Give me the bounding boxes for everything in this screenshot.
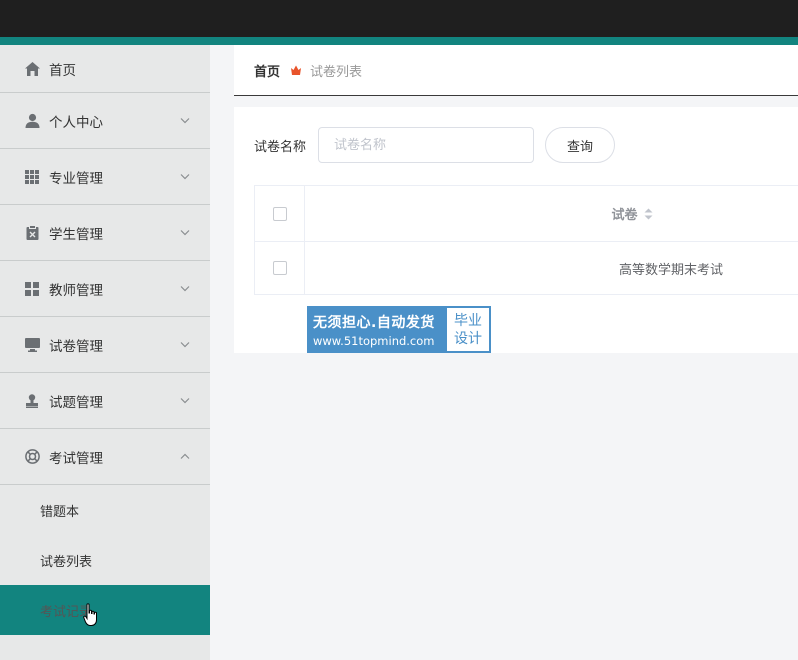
watermark-line2: www.51topmind.com xyxy=(313,333,435,348)
sidebar-subitem-exam-records[interactable]: 考试记录 xyxy=(0,585,210,635)
row-checkbox-cell xyxy=(255,242,305,294)
header-checkbox-cell xyxy=(255,186,305,241)
sidebar-subitem-wrong-questions[interactable]: 错题本 xyxy=(0,485,210,535)
sidebar-item-exam-paper-management[interactable]: 试卷管理 xyxy=(0,317,210,373)
search-row: 试卷名称 查询 xyxy=(254,127,616,163)
sidebar-item-label: 个人中心 xyxy=(49,114,103,131)
chevron-up-icon[interactable] xyxy=(180,451,190,461)
apps-icon xyxy=(24,281,40,297)
accent-strip xyxy=(0,37,798,45)
breadcrumb-separator-icon xyxy=(290,65,302,76)
grid-icon xyxy=(24,169,40,185)
clipboard-icon xyxy=(24,225,40,241)
paper-name-search-input[interactable] xyxy=(318,127,535,163)
table-header-row: 试卷 xyxy=(255,186,798,242)
sidebar-item-label: 考试管理 xyxy=(49,450,103,467)
watermark-right: 毕业 设计 xyxy=(447,308,489,351)
paper-table: 试卷 高等数学期末考试 xyxy=(254,185,798,295)
sidebar-item-label: 首页 xyxy=(49,62,76,79)
sidebar-item-personal-center[interactable]: 个人中心 xyxy=(0,93,210,149)
chevron-down-icon[interactable] xyxy=(180,171,190,181)
stamp-icon xyxy=(24,393,40,409)
home-icon xyxy=(24,61,40,77)
breadcrumb-current: 试卷列表 xyxy=(310,64,363,80)
breadcrumb: 首页 试卷列表 xyxy=(234,45,798,96)
chevron-down-icon[interactable] xyxy=(180,395,190,405)
chevron-down-icon[interactable] xyxy=(180,227,190,237)
chevron-down-icon[interactable] xyxy=(180,339,190,349)
watermark-left: 无须担心.自动发货 www.51topmind.com xyxy=(309,308,447,351)
search-label: 试卷名称 xyxy=(254,139,307,155)
sidebar-item-label: 试题管理 xyxy=(49,394,103,411)
main-area: 首页 试卷列表 试卷名称 查询 试卷 xyxy=(234,45,798,353)
sidebar: 首页 个人中心 专业管理 学生管理 教师管理 试卷管理 试题管理 考试管理 错题… xyxy=(0,45,210,660)
row-paper-cell: 高等数学期末考试 xyxy=(305,242,798,294)
monitor-icon xyxy=(24,337,40,353)
sidebar-item-student-management[interactable]: 学生管理 xyxy=(0,205,210,261)
sidebar-item-label: 学生管理 xyxy=(49,226,103,243)
chevron-down-icon[interactable] xyxy=(180,283,190,293)
select-all-checkbox[interactable] xyxy=(272,206,287,221)
sidebar-item-question-management[interactable]: 试题管理 xyxy=(0,373,210,429)
paper-name: 高等数学期末考试 xyxy=(618,262,723,278)
user-icon xyxy=(24,113,40,129)
watermark-line1: 无须担心.自动发货 xyxy=(313,314,435,331)
column-header-paper[interactable]: 试卷 xyxy=(611,204,637,223)
chevron-down-icon[interactable] xyxy=(180,115,190,125)
sidebar-item-label: 试卷管理 xyxy=(49,338,103,355)
sidebar-item-major-management[interactable]: 专业管理 xyxy=(0,149,210,205)
sidebar-item-teacher-management[interactable]: 教师管理 xyxy=(0,261,210,317)
sidebar-item-exam-management[interactable]: 考试管理 xyxy=(0,429,210,485)
sidebar-item-home[interactable]: 首页 xyxy=(0,45,210,93)
table-row: 高等数学期末考试 xyxy=(255,242,798,295)
watermark-right-top: 毕业 xyxy=(454,312,482,329)
sidebar-subitem-paper-list[interactable]: 试卷列表 xyxy=(0,535,210,585)
sidebar-item-label: 教师管理 xyxy=(49,282,103,299)
sort-icon[interactable] xyxy=(644,208,653,220)
breadcrumb-home[interactable]: 首页 xyxy=(254,61,280,80)
sidebar-item-label: 专业管理 xyxy=(49,170,103,187)
search-button[interactable]: 查询 xyxy=(545,127,616,163)
row-checkbox[interactable] xyxy=(272,261,287,275)
watermark-banner: 无须担心.自动发货 www.51topmind.com 毕业 设计 xyxy=(307,306,491,353)
header-paper-cell[interactable]: 试卷 xyxy=(305,186,798,241)
top-bar xyxy=(0,0,798,37)
watermark-right-bottom: 设计 xyxy=(454,330,482,347)
hand-cursor-icon xyxy=(83,603,99,631)
lifebuoy-icon xyxy=(24,449,40,465)
